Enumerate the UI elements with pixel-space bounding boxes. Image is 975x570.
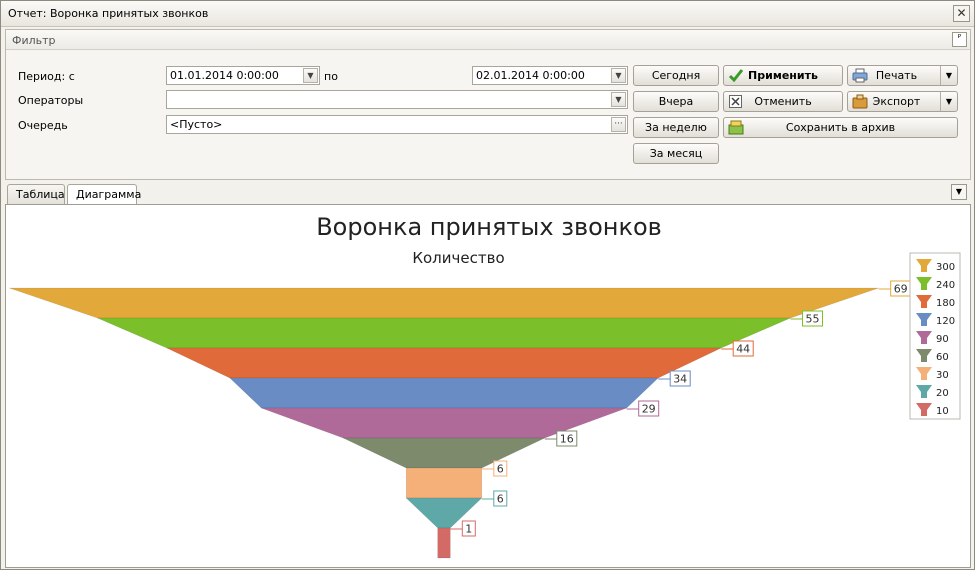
apply-button[interactable]: Применить — [723, 65, 843, 86]
data-label: 55 — [806, 313, 820, 326]
title-bar: Отчет: Воронка принятых звонков ✕ — [1, 1, 974, 27]
print-label: Печать — [875, 69, 918, 82]
funnel-segment — [405, 467, 483, 499]
printer-icon — [852, 68, 868, 83]
filter-title: Фильтр — [12, 34, 56, 47]
data-label: 1 — [465, 523, 472, 536]
data-label: 34 — [673, 373, 687, 386]
export-icon — [852, 94, 868, 109]
chart-area: Воронка принятых звонков Количество 69 55… — [5, 204, 971, 568]
funnel-chart: 69 55 44 34 29 16 6 6 1 300 240 180 120 90 60 30 20 10 — [9, 252, 961, 559]
chevron-down-icon[interactable]: ▼ — [940, 66, 957, 85]
legend-item: 20 — [936, 388, 949, 399]
tabs-menu-icon[interactable]: ▼ — [951, 184, 967, 200]
funnel-segment — [343, 437, 545, 469]
date-to-value: 02.01.2014 0:00:00 — [476, 69, 585, 82]
data-label: 29 — [642, 403, 656, 416]
yesterday-button[interactable]: Вчера — [633, 91, 719, 112]
tab-chart[interactable]: Диаграмма — [67, 184, 141, 205]
legend-item: 10 — [936, 406, 949, 417]
filter-panel: Фильтр ᴾ Период: с 01.01.2014 0:00:00 ▼ … — [5, 29, 971, 180]
legend-item: 60 — [936, 352, 949, 363]
export-button[interactable]: Экспорт ▼ — [847, 91, 958, 112]
period-label: Период: с — [18, 70, 75, 83]
close-icon[interactable]: ✕ — [953, 5, 970, 22]
date-from-field[interactable]: 01.01.2014 0:00:00 ▼ — [166, 66, 320, 85]
operators-field[interactable]: ▼ — [166, 90, 628, 109]
funnel-segment — [229, 377, 659, 409]
cancel-label: Отменить — [754, 95, 812, 108]
window-title: Отчет: Воронка принятых звонков — [8, 7, 209, 20]
save-archive-label: Сохранить в архив — [785, 121, 896, 134]
save-archive-button[interactable]: Сохранить в архив — [723, 117, 958, 138]
date-from-value: 01.01.2014 0:00:00 — [170, 69, 279, 82]
report-window: Отчет: Воронка принятых звонков ✕ Фильтр… — [0, 0, 975, 570]
legend-item: 90 — [936, 334, 949, 345]
pin-icon[interactable]: ᴾ — [952, 32, 967, 47]
queue-value: <Пусто> — [170, 118, 223, 131]
tab-table[interactable]: Таблица — [7, 184, 65, 204]
cancel-icon — [729, 95, 742, 108]
operators-label: Операторы — [18, 94, 84, 107]
chevron-down-icon[interactable]: ▼ — [940, 92, 957, 111]
date-to-label: по — [324, 70, 338, 83]
data-label: 69 — [894, 283, 908, 296]
funnel-segment — [97, 317, 791, 349]
data-label: 6 — [497, 463, 504, 476]
print-button[interactable]: Печать ▼ — [847, 65, 958, 86]
legend-item: 180 — [936, 298, 955, 309]
checkmark-icon — [728, 69, 744, 83]
funnel-segment — [9, 287, 879, 319]
chevron-down-icon[interactable]: ▼ — [611, 92, 626, 107]
data-label: 16 — [560, 433, 574, 446]
legend-item: 120 — [936, 316, 955, 327]
legend-item: 30 — [936, 370, 949, 381]
apply-label: Применить — [748, 69, 818, 82]
date-to-field[interactable]: 02.01.2014 0:00:00 ▼ — [472, 66, 628, 85]
queue-label: Очередь — [18, 119, 68, 132]
legend-item: 300 — [936, 262, 955, 273]
month-button[interactable]: За месяц — [633, 143, 719, 164]
data-label: 6 — [497, 493, 504, 506]
queue-field[interactable]: <Пусто> ··· — [166, 115, 628, 134]
legend-item: 240 — [936, 280, 955, 291]
week-button[interactable]: За неделю — [633, 117, 719, 138]
chevron-down-icon[interactable]: ▼ — [303, 68, 318, 83]
filter-header: Фильтр ᴾ — [6, 30, 970, 50]
funnel-segment — [166, 347, 722, 379]
chevron-down-icon[interactable]: ▼ — [611, 68, 626, 83]
export-label: Экспорт — [872, 95, 921, 108]
today-button[interactable]: Сегодня — [633, 65, 719, 86]
archive-icon — [728, 120, 744, 135]
ellipsis-icon[interactable]: ··· — [611, 117, 626, 132]
cancel-button[interactable]: Отменить — [723, 91, 843, 112]
funnel-segment — [437, 527, 451, 559]
data-label: 44 — [736, 343, 750, 356]
